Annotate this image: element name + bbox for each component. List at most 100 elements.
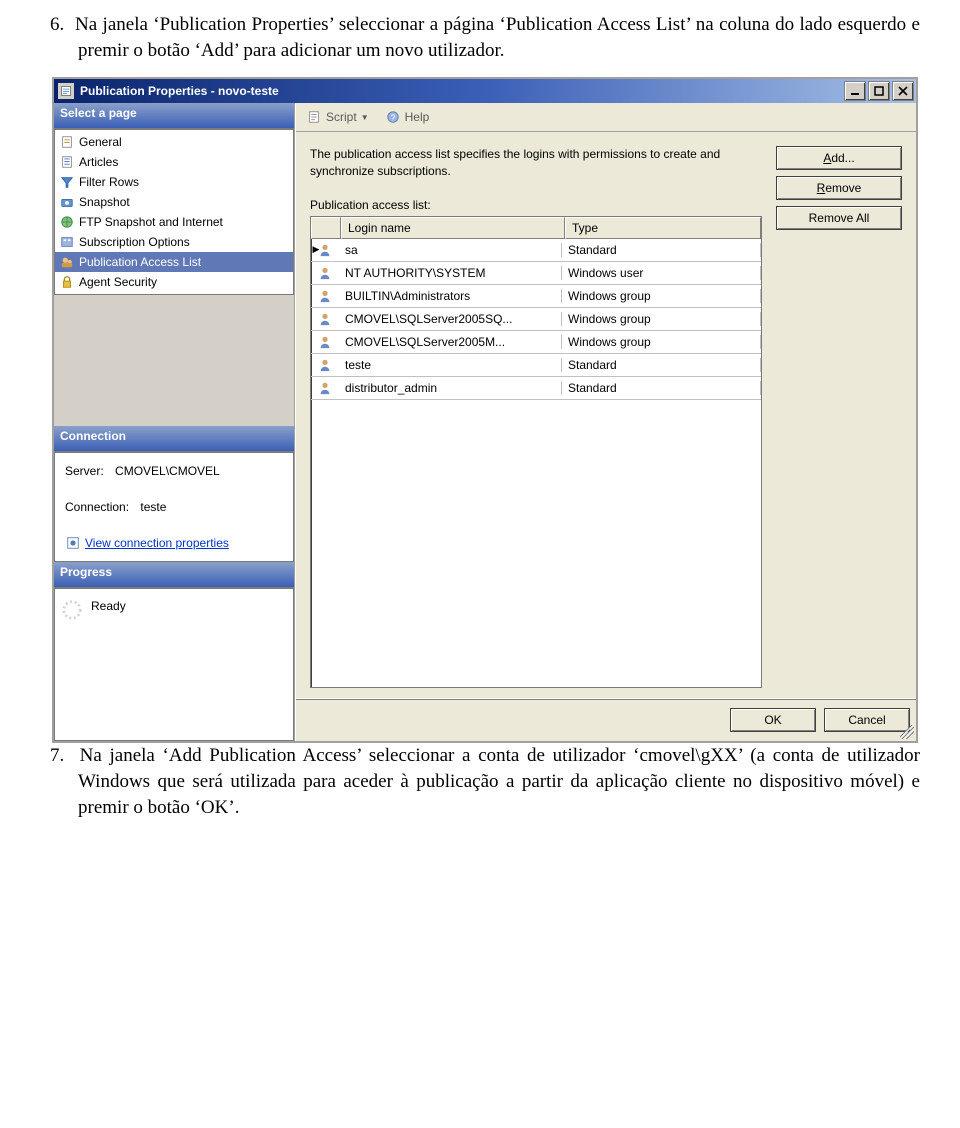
instruction-7: 7. Na janela ‘Add Publication Access’ se… bbox=[50, 743, 920, 820]
page-list[interactable]: General Articles Filter Rows Snapshot bbox=[54, 129, 294, 295]
funnel-icon bbox=[59, 174, 75, 190]
description-text: The publication access list specifies th… bbox=[310, 146, 762, 180]
help-icon: ? bbox=[385, 109, 401, 125]
user-icon bbox=[311, 358, 339, 372]
help-label: Help bbox=[405, 110, 430, 124]
page-label: General bbox=[79, 135, 122, 149]
cell-login: CMOVEL\SQLServer2005M... bbox=[339, 335, 562, 349]
table-row[interactable]: CMOVEL\SQLServer2005SQ...Windows group bbox=[311, 308, 761, 331]
publication-properties-window: Publication Properties - novo-teste Sele… bbox=[52, 77, 918, 743]
minimize-button[interactable] bbox=[844, 81, 866, 101]
camera-icon bbox=[59, 194, 75, 210]
cell-login: NT AUTHORITY\SYSTEM bbox=[339, 266, 562, 280]
user-icon bbox=[311, 289, 339, 303]
script-icon bbox=[306, 109, 322, 125]
bottom-bar: OK Cancel bbox=[296, 698, 916, 741]
svg-text:?: ? bbox=[390, 114, 395, 123]
page-label: Subscription Options bbox=[79, 235, 190, 249]
toolbar: Script ▼ ? Help bbox=[296, 103, 916, 132]
add-button[interactable]: Add... bbox=[776, 146, 902, 170]
window-icon bbox=[58, 83, 74, 99]
cell-type: Standard bbox=[562, 381, 761, 395]
page-item-publication-access-list[interactable]: Publication Access List bbox=[55, 252, 293, 272]
options-icon bbox=[59, 234, 75, 250]
progress-status: Ready bbox=[91, 599, 126, 613]
user-icon bbox=[311, 335, 339, 349]
page-icon bbox=[59, 154, 75, 170]
cell-login: teste bbox=[339, 358, 562, 372]
grid-header: Login name Type bbox=[311, 217, 761, 239]
cell-login: CMOVEL\SQLServer2005SQ... bbox=[339, 312, 562, 326]
table-row[interactable]: distributor_adminStandard bbox=[311, 377, 761, 400]
page-item-subscription-options[interactable]: Subscription Options bbox=[55, 232, 293, 252]
page-label: Agent Security bbox=[79, 275, 157, 289]
users-icon bbox=[59, 254, 75, 270]
connection-row: Connection: teste bbox=[61, 497, 287, 517]
page-item-articles[interactable]: Articles bbox=[55, 152, 293, 172]
cell-type: Windows group bbox=[562, 335, 761, 349]
table-row[interactable]: CMOVEL\SQLServer2005M...Windows group bbox=[311, 331, 761, 354]
cell-type: Windows group bbox=[562, 289, 761, 303]
cell-type: Standard bbox=[562, 358, 761, 372]
close-button[interactable] bbox=[892, 81, 914, 101]
access-list-grid[interactable]: Login name Type saStandardNT AUTHORITY\S… bbox=[310, 216, 762, 688]
page-icon bbox=[59, 134, 75, 150]
cell-login: distributor_admin bbox=[339, 381, 562, 395]
right-pane: Script ▼ ? Help The publication access l… bbox=[295, 103, 916, 741]
progress-header: Progress bbox=[54, 562, 294, 588]
user-icon bbox=[311, 266, 339, 280]
server-value: CMOVEL\CMOVEL bbox=[115, 464, 220, 478]
dropdown-icon: ▼ bbox=[361, 113, 369, 122]
page-item-general[interactable]: General bbox=[55, 132, 293, 152]
lock-icon bbox=[59, 274, 75, 290]
page-label: Articles bbox=[79, 155, 118, 169]
connection-label: Connection: bbox=[65, 500, 129, 514]
maximize-button[interactable] bbox=[868, 81, 890, 101]
cell-type: Windows user bbox=[562, 266, 761, 280]
page-item-ftp-snapshot[interactable]: FTP Snapshot and Internet bbox=[55, 212, 293, 232]
list-label: Publication access list: bbox=[310, 198, 762, 212]
column-login[interactable]: Login name bbox=[341, 217, 565, 239]
ok-button[interactable]: OK bbox=[730, 708, 816, 732]
connection-value: teste bbox=[140, 500, 166, 514]
remove-all-button[interactable]: Remove All bbox=[776, 206, 902, 230]
table-row[interactable]: testeStandard bbox=[311, 354, 761, 377]
page-label: Filter Rows bbox=[79, 175, 139, 189]
user-icon bbox=[311, 243, 339, 257]
left-pane: Select a page General Articles Filter Ro… bbox=[54, 103, 295, 741]
view-connection-properties-link[interactable]: View connection properties bbox=[61, 533, 287, 553]
page-label: Snapshot bbox=[79, 195, 130, 209]
user-icon bbox=[311, 312, 339, 326]
connection-panel: Server: CMOVEL\CMOVEL Connection: teste … bbox=[54, 452, 294, 562]
document-body: 6. Na janela ‘Publication Properties’ se… bbox=[0, 0, 960, 854]
script-button[interactable]: Script ▼ bbox=[302, 107, 373, 127]
page-item-snapshot[interactable]: Snapshot bbox=[55, 192, 293, 212]
table-row[interactable]: NT AUTHORITY\SYSTEMWindows user bbox=[311, 262, 761, 285]
help-button[interactable]: ? Help bbox=[381, 107, 434, 127]
remove-button[interactable]: Remove bbox=[776, 176, 902, 200]
connection-properties-label: View connection properties bbox=[85, 536, 229, 550]
script-label: Script bbox=[326, 110, 357, 124]
page-item-filter-rows[interactable]: Filter Rows bbox=[55, 172, 293, 192]
page-item-agent-security[interactable]: Agent Security bbox=[55, 272, 293, 292]
table-row[interactable]: BUILTIN\AdministratorsWindows group bbox=[311, 285, 761, 308]
cell-login: sa bbox=[339, 243, 562, 257]
window-title: Publication Properties - novo-teste bbox=[80, 84, 844, 98]
connection-header: Connection bbox=[54, 426, 294, 452]
column-type[interactable]: Type bbox=[565, 217, 761, 239]
cancel-button[interactable]: Cancel bbox=[824, 708, 910, 732]
spinner-icon bbox=[61, 599, 83, 621]
page-label: FTP Snapshot and Internet bbox=[79, 215, 223, 229]
select-page-header: Select a page bbox=[54, 103, 294, 129]
instruction-6: 6. Na janela ‘Publication Properties’ se… bbox=[50, 12, 920, 63]
titlebar[interactable]: Publication Properties - novo-teste bbox=[54, 79, 916, 103]
server-row: Server: CMOVEL\CMOVEL bbox=[61, 461, 287, 481]
page-label: Publication Access List bbox=[79, 255, 201, 269]
table-row[interactable]: saStandard bbox=[311, 239, 761, 262]
progress-panel: Ready bbox=[54, 588, 294, 741]
cell-type: Standard bbox=[562, 243, 761, 257]
cell-login: BUILTIN\Administrators bbox=[339, 289, 562, 303]
user-icon bbox=[311, 381, 339, 395]
resize-grip[interactable] bbox=[900, 725, 914, 739]
properties-icon bbox=[65, 535, 81, 551]
